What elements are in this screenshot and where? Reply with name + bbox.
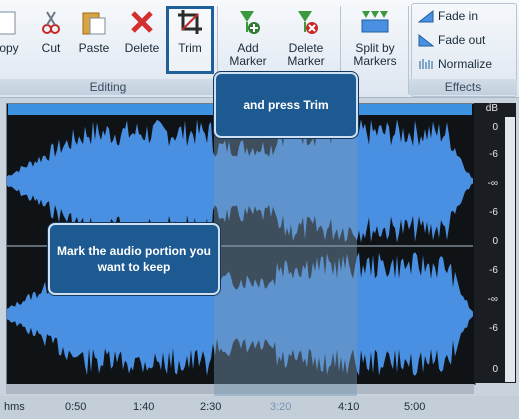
fade-in-button[interactable]: Fade in <box>418 7 478 25</box>
db-label: -∞ <box>487 178 498 189</box>
db-unit: dB <box>485 103 498 114</box>
timeline-label: 5:00 <box>404 401 426 413</box>
cut-button[interactable]: Cut <box>38 6 64 76</box>
db-label: -∞ <box>487 294 498 305</box>
timeline-ruler[interactable]: hms 0:50 1:40 2:30 3:20 4:10 5:00 <box>0 396 519 419</box>
delete-x-icon <box>126 6 158 38</box>
db-label: 0 <box>492 364 498 375</box>
scissors-icon <box>35 6 67 38</box>
paste-button[interactable]: Paste <box>75 6 113 76</box>
timeline-label: 1:40 <box>133 401 155 413</box>
delete-marker-icon <box>290 6 322 38</box>
db-label: -6 <box>489 207 498 218</box>
selection-region[interactable] <box>214 117 357 419</box>
mark-audio-callout: Mark the audio portion you want to keep <box>48 223 220 295</box>
fade-out-button[interactable]: Fade out <box>418 31 485 49</box>
fade-in-icon <box>418 9 434 23</box>
crop-icon <box>174 6 206 38</box>
delete-button[interactable]: Delete <box>122 6 162 76</box>
trim-button[interactable]: Trim <box>168 6 212 76</box>
db-label: -6 <box>489 149 498 160</box>
db-label: -6 <box>489 265 498 276</box>
db-label: 0 <box>492 122 498 133</box>
timeline-label: 4:10 <box>338 401 360 413</box>
add-marker-icon <box>232 6 264 38</box>
split-markers-icon <box>359 6 391 38</box>
delete-marker-button[interactable]: Delete Marker <box>278 6 334 76</box>
effects-group-label: Effects <box>409 79 517 95</box>
copy-icon <box>0 6 25 38</box>
normalize-button[interactable]: Normalize <box>418 55 492 73</box>
db-label: -6 <box>489 323 498 334</box>
timeline-label: 0:50 <box>65 401 87 413</box>
timeline-label: 2:30 <box>200 401 222 413</box>
add-marker-button[interactable]: Add Marker <box>224 6 272 76</box>
fade-out-icon <box>418 33 434 47</box>
split-by-markers-button[interactable]: Split by Markers <box>346 6 404 76</box>
timeline-label: 3:20 <box>270 401 292 413</box>
timeline-unit: hms <box>4 401 25 413</box>
trim-callout: and press Trim <box>214 72 358 138</box>
vertical-scrollbar[interactable] <box>505 117 515 382</box>
db-label: 0 <box>492 236 498 247</box>
editing-group-label: Editing <box>0 79 216 95</box>
copy-button[interactable]: opy <box>0 6 24 76</box>
normalize-icon <box>419 59 433 69</box>
paste-icon <box>78 6 110 38</box>
